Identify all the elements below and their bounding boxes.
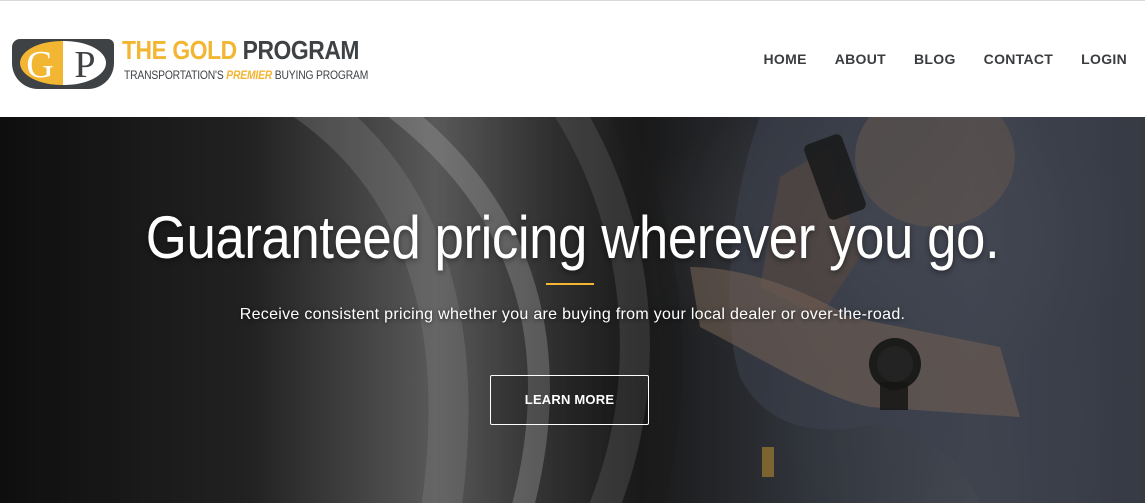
brand-title: THE GOLD PROGRAM: [122, 35, 359, 65]
brand-title-gold: THE GOLD: [122, 35, 237, 65]
nav-contact[interactable]: CONTACT: [984, 50, 1054, 68]
tagline-prefix: TRANSPORTATION'S: [124, 68, 224, 82]
hero-subheading: Receive consistent pricing whether you a…: [239, 306, 906, 323]
tagline-suffix: BUYING PROGRAM: [274, 68, 369, 82]
tagline-highlight: PREMIER: [226, 68, 273, 82]
hero-heading-underline: [546, 283, 594, 285]
nav-home[interactable]: HOME: [764, 50, 807, 68]
nav-about[interactable]: ABOUT: [835, 50, 886, 68]
brand-tagline: TRANSPORTATION'S PREMIER BUYING PROGRAM: [124, 68, 368, 82]
badge-letter-p: P: [74, 44, 95, 86]
nav-blog[interactable]: BLOG: [914, 50, 956, 68]
nav-login[interactable]: LOGIN: [1081, 50, 1127, 68]
brand-logo[interactable]: G P THE GOLD PROGRAM TRANSPORTATION'S PR…: [10, 31, 368, 91]
hero-section: Guaranteed pricing wherever you go. Rece…: [0, 117, 1145, 503]
learn-more-button[interactable]: LEARN MORE: [490, 375, 649, 425]
gp-badge-icon: G P: [12, 39, 114, 89]
site-header: G P THE GOLD PROGRAM TRANSPORTATION'S PR…: [0, 0, 1145, 117]
brand-title-program: PROGRAM: [242, 35, 360, 65]
page: G P THE GOLD PROGRAM TRANSPORTATION'S PR…: [0, 0, 1145, 503]
main-nav: HOME ABOUT BLOG CONTACT LOGIN: [736, 50, 1127, 68]
hero-heading: Guaranteed pricing wherever you go.: [145, 204, 1000, 271]
badge-letter-g: G: [26, 44, 53, 86]
